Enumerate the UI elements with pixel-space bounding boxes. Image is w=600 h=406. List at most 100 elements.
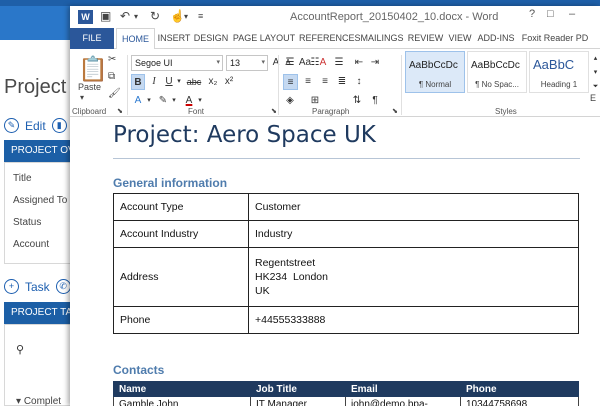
tab-page-layout[interactable]: PAGE LAYOUT [231, 28, 297, 49]
cut-icon[interactable]: ✂ [108, 54, 116, 65]
touch-dropdown-icon[interactable]: ▾ [184, 12, 188, 21]
field-title-label: Title [13, 173, 32, 184]
address-line: HK234 London [255, 271, 328, 283]
general-info-heading: General information [113, 176, 228, 190]
clipboard-launcher-icon[interactable]: ⬊ [117, 107, 123, 115]
decrease-indent-icon[interactable]: ⇤ [352, 55, 366, 71]
tab-foxit-reader[interactable]: Foxit Reader PD [519, 28, 591, 49]
contacts-heading: Contacts [113, 363, 165, 377]
paste-icon[interactable]: 📋 [78, 55, 108, 84]
redo-icon[interactable]: ↻ [150, 9, 160, 23]
subscript-button[interactable]: x₂ [206, 74, 220, 90]
group-paragraph-label: Paragraph [312, 107, 350, 116]
align-left-button[interactable]: ≡ [283, 74, 298, 90]
group-clipboard-label: Clipboard [72, 107, 107, 116]
text-effects-icon[interactable]: A [131, 93, 145, 109]
bold-button[interactable]: B [131, 74, 145, 90]
copy-icon[interactable]: ⧉ [108, 71, 115, 82]
table-row: Account Type Customer [113, 193, 579, 221]
column-header-phone: Phone [460, 381, 579, 397]
italic-button[interactable]: I [148, 74, 160, 90]
multilevel-list-icon[interactable]: ☰ [332, 55, 346, 71]
separator [401, 55, 402, 115]
grow-font-icon[interactable]: A [270, 55, 282, 71]
field-status-label: Status [13, 217, 42, 228]
document-page[interactable]: Project: Aero Space UK General informati… [70, 117, 600, 406]
phone-icon[interactable]: ✆ [55, 279, 71, 294]
word-title-bar: W ▣ ↶ ▾ ↻ ☝ ▾ ≡ AccountReport_20150402_1… [70, 6, 600, 28]
superscript-button[interactable]: x² [222, 74, 236, 90]
ribbon-tabs: FILE HOME INSERT DESIGN PAGE LAYOUT REFE… [70, 28, 600, 50]
table-cell: Gamble John [113, 396, 251, 406]
undo-dropdown-icon[interactable]: ▾ [134, 12, 138, 21]
tab-insert[interactable]: INSERT [156, 28, 192, 49]
tab-view[interactable]: VIEW [446, 28, 474, 49]
help-icon[interactable]: ? [529, 8, 535, 20]
tab-home[interactable]: HOME [116, 28, 155, 50]
crm-edit-button[interactable]: ✎ Edit ▮ [4, 118, 67, 133]
tab-add-ins[interactable]: ADD-INS [475, 28, 517, 49]
justify-button[interactable]: ≣ [335, 74, 349, 90]
style-normal[interactable]: AaBbCcDc ¶ Normal [405, 51, 465, 93]
font-launcher-icon[interactable]: ⬊ [271, 107, 277, 115]
tab-references[interactable]: REFERENCES [299, 28, 361, 49]
table-cell: 10344758698 [460, 396, 579, 406]
completed-label: Complet [23, 396, 62, 406]
table-cell-label: Account Industry [113, 220, 249, 248]
shading-icon[interactable]: ◈ [283, 93, 297, 109]
field-assigned-to-label: Assigned To [13, 195, 68, 206]
align-right-button[interactable]: ≡ [318, 74, 332, 90]
show-formatting-icon[interactable]: ¶ [368, 93, 382, 109]
column-header-job-title: Job Title [250, 381, 346, 397]
table-cell-label: Account Type [113, 193, 249, 221]
underline-dropdown-icon[interactable]: ▾ [175, 74, 183, 90]
tab-mailings[interactable]: MAILINGS [359, 28, 405, 49]
delete-icon[interactable]: ▮ [51, 118, 67, 133]
table-cell-value: Regentstreet HK234 London UK [248, 247, 579, 307]
save-icon[interactable]: ▣ [100, 9, 111, 23]
line-spacing-icon[interactable]: ↕ [352, 74, 366, 90]
underline-button[interactable]: U [163, 74, 175, 90]
font-size-combo[interactable]: 13 ▾ [226, 55, 268, 71]
heading-rule [113, 158, 580, 159]
ribbon-options-icon[interactable]: □ [547, 8, 554, 20]
tab-design[interactable]: DESIGN [193, 28, 229, 49]
highlight-icon[interactable]: ✎ [156, 93, 170, 109]
project-overview-panel: Title Assigned To Status Account [4, 162, 74, 264]
minimize-icon[interactable]: – [569, 8, 575, 20]
completed-section-label[interactable]: ▾ Complet [16, 396, 61, 406]
table-cell: IT Manager [250, 396, 346, 406]
table-row: Address Regentstreet HK234 London UK [113, 247, 579, 307]
touch-mode-icon[interactable]: ☝ [170, 9, 185, 23]
strikethrough-button[interactable]: abc [185, 74, 203, 90]
undo-icon[interactable]: ↶ [120, 9, 130, 23]
crm-task-label: Task [25, 279, 50, 294]
style-sample-text: AaBbC [533, 57, 575, 72]
tab-file[interactable]: FILE [70, 28, 114, 49]
sort-icon[interactable]: ⇅ [350, 93, 364, 109]
word-logo-icon: W [78, 10, 93, 24]
text-effects-dropdown-icon[interactable]: ▾ [145, 93, 153, 109]
pencil-icon: ✎ [4, 118, 19, 133]
crm-edit-label: Edit [25, 118, 46, 133]
style-no-spacing[interactable]: AaBbCcDc ¶ No Spac... [467, 51, 527, 93]
crm-add-task-button[interactable]: + Task ✆ [4, 279, 71, 294]
tab-review[interactable]: REVIEW [407, 28, 444, 49]
increase-indent-icon[interactable]: ⇥ [368, 55, 382, 71]
bullets-icon[interactable]: ☰ [283, 55, 297, 71]
editing-group-partial[interactable]: E [590, 93, 596, 103]
paste-dropdown-icon[interactable]: ▾ [80, 93, 84, 102]
align-center-button[interactable]: ≡ [301, 74, 315, 90]
style-heading-1[interactable]: AaBbC Heading 1 [529, 51, 589, 93]
search-icon[interactable]: ⚲ [16, 343, 24, 356]
numbering-icon[interactable]: ☷ [308, 55, 322, 71]
ribbon-home: 📋 Paste ▾ ✂ ⧉ 🖌 Clipboard ⬊ Segoe UI ▾ 13… [70, 49, 600, 117]
paragraph-launcher-icon[interactable]: ⬊ [392, 107, 398, 115]
font-name-combo[interactable]: Segoe UI ▾ [131, 55, 223, 71]
highlight-dropdown-icon[interactable]: ▾ [170, 93, 178, 109]
paste-button[interactable]: Paste [78, 82, 101, 92]
format-painter-icon[interactable]: 🖌 [108, 88, 121, 99]
style-name-label: Heading 1 [540, 80, 578, 89]
document-heading: Project: Aero Space UK [113, 122, 376, 148]
customize-qat-icon[interactable]: ≡ [198, 11, 203, 21]
